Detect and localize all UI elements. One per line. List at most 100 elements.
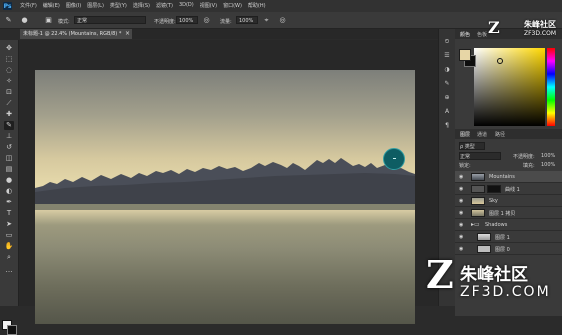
eyedropper-tool-icon[interactable]: ⟋ [4,99,14,108]
lock-row: 锁定: 填充: 100% [455,160,562,169]
visibility-eye-icon[interactable]: ◉ [459,246,463,252]
zoom-tool-icon[interactable]: ⌕ [4,253,14,262]
character-panel-icon[interactable]: A [442,107,452,116]
menu-items: 文件(F) 编辑(E) 图像(I) 图层(L) 类型(Y) 选择(S) 滤镜(T… [20,2,266,9]
move-tool-icon[interactable]: ✥ [4,44,14,53]
watermark-en: ZF3D.COM [460,284,551,300]
flow-label: 流量: [220,19,232,25]
color-field[interactable] [474,48,545,126]
shape-tool-icon[interactable]: ▭ [4,231,14,240]
hue-slider[interactable] [547,48,555,126]
fill-label: 填充: [523,163,535,169]
blend-mode-select[interactable]: 正常 [459,152,501,160]
brush-panel-icon[interactable]: ▣ [44,16,53,24]
layer-group-row[interactable]: ◉ ▸▭ Shadows [455,219,562,231]
layer-row[interactable]: ◉ Sky [455,195,562,207]
dodge-tool-icon[interactable]: ◐ [4,187,14,196]
background-color-swatch[interactable] [7,325,17,335]
brush-tool-icon[interactable]: ✎ [4,16,13,24]
pressure-opacity-icon[interactable]: ◎ [202,16,211,24]
menu-filter[interactable]: 滤镜(T) [156,2,173,9]
folder-icon: ▸▭ [471,221,480,228]
quick-select-tool-icon[interactable]: ✧ [4,77,14,86]
brush-tool-icon[interactable]: ✎ [4,121,14,130]
properties-panel-icon[interactable]: ☰ [442,51,452,60]
layer-opacity-label: 不透明度: [513,154,535,160]
clone-source-panel-icon[interactable]: ⊕ [442,93,452,102]
path-select-tool-icon[interactable]: ➤ [4,220,14,229]
watermark-top: 朱峰社区 ZF3D.COM [487,18,562,40]
mountain-artwork [35,158,415,210]
layers-panel-tabs: 图层 通道 路径 [455,129,562,139]
color-picker-marker[interactable] [497,58,503,64]
visibility-eye-icon[interactable]: ◉ [459,174,463,180]
tab-paths[interactable]: 路径 [495,131,505,138]
flow-input[interactable]: 100% [236,16,258,24]
history-panel-icon[interactable]: ⏲ [442,37,452,46]
visibility-eye-icon[interactable]: ◉ [459,186,463,192]
layer-filter-select[interactable]: ρ 类型 [459,142,485,150]
brush-panel-icon[interactable]: ✎ [442,79,452,88]
mode-select[interactable]: 正常 [74,16,146,24]
lasso-tool-icon[interactable]: ◌ [4,66,14,75]
layer-opacity-input[interactable]: 100% [541,153,555,159]
crop-tool-icon[interactable]: ⊡ [4,88,14,97]
pen-tool-icon[interactable]: ✒ [4,198,14,207]
document-tab-title: 未标题-1 @ 22.4% (Mountains, RGB/8) * [23,31,122,37]
document-tab[interactable]: 未标题-1 @ 22.4% (Mountains, RGB/8) * × [20,29,132,39]
layer-thumbnail [471,209,485,217]
airbrush-icon[interactable]: ⌖ [262,16,271,24]
tab-swatches[interactable]: 色板 [477,31,487,38]
document-canvas[interactable] [35,70,415,324]
eraser-tool-icon[interactable]: ◫ [4,154,14,163]
menu-image[interactable]: 图像(I) [66,2,81,9]
menu-help[interactable]: 帮助(H) [248,2,266,9]
visibility-eye-icon[interactable]: ◉ [459,234,463,240]
gradient-tool-icon[interactable]: ▤ [4,165,14,174]
layer-mask-thumbnail [487,185,501,193]
menu-file[interactable]: 文件(F) [20,2,37,9]
blur-tool-icon[interactable]: ● [4,176,14,185]
visibility-eye-icon[interactable]: ◉ [459,210,463,216]
mode-label: 模式: [58,19,70,25]
watermark-cn: 朱峰社区 [460,265,528,285]
menu-layer[interactable]: 图层(L) [87,2,104,9]
type-tool-icon[interactable]: T [4,209,14,218]
foreground-swatch[interactable] [459,49,471,61]
fill-input[interactable]: 100% [541,162,555,168]
menu-3d[interactable]: 3D(D) [179,2,194,9]
layer-name: 图层 1 拷贝 [489,211,516,217]
layer-name: Sky [489,198,498,204]
adjustments-panel-icon[interactable]: ◑ [442,65,452,74]
marquee-tool-icon[interactable]: ⬚ [4,55,14,64]
canvas-area [19,40,438,324]
layer-row[interactable]: ◉ 图层 1 拷贝 [455,207,562,219]
opacity-input[interactable]: 100% [176,16,198,24]
history-brush-tool-icon[interactable]: ↺ [4,143,14,152]
tab-color[interactable]: 颜色 [460,31,470,38]
pressure-size-icon[interactable]: ◎ [278,16,287,24]
menu-window[interactable]: 窗口(W) [223,2,242,9]
visibility-eye-icon[interactable]: ◉ [459,222,463,228]
document-tab-bar: 未标题-1 @ 22.4% (Mountains, RGB/8) * × [20,29,438,39]
layer-row[interactable]: ◉ 曲线 1 [455,183,562,195]
layer-row[interactable]: ◉ Mountains [455,171,562,183]
brush-preset-icon[interactable]: ● [20,16,29,24]
menu-edit[interactable]: 编辑(E) [43,2,60,9]
menu-view[interactable]: 视图(V) [200,2,217,9]
more-tools-icon[interactable]: … [4,266,14,275]
healing-tool-icon[interactable]: ✚ [4,110,14,119]
menu-type[interactable]: 类型(Y) [110,2,127,9]
visibility-eye-icon[interactable]: ◉ [459,198,463,204]
clone-stamp-tool-icon[interactable]: ⊥ [4,132,14,141]
layer-row[interactable]: ◉ 图层 1 [455,231,562,243]
tab-channels[interactable]: 通道 [477,131,487,138]
tab-layers[interactable]: 图层 [460,131,470,138]
layer-name: 曲线 1 [505,187,520,193]
paragraph-panel-icon[interactable]: ¶ [442,121,452,130]
lake-surface [35,204,415,210]
layer-filter-row: ρ 类型 [455,141,562,150]
menu-select[interactable]: 选择(S) [133,2,150,9]
hand-tool-icon[interactable]: ✋ [4,242,14,251]
close-icon[interactable]: × [125,29,130,39]
